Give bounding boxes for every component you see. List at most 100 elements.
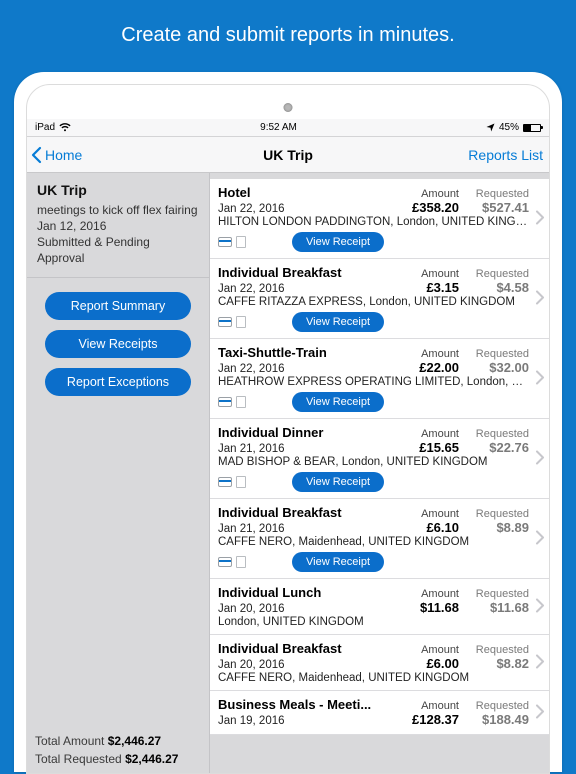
chevron-right-icon — [535, 654, 545, 671]
expense-row[interactable]: Individual LunchAmountRequested Jan 20, 2… — [210, 579, 549, 635]
location-icon — [486, 123, 495, 132]
page-title: UK Trip — [263, 147, 313, 163]
expense-vendor: CAFFE RITAZZA EXPRESS, London, UNITED KI… — [218, 296, 529, 308]
requested-label: Requested — [459, 348, 529, 360]
amount-label: Amount — [395, 588, 459, 600]
wifi-icon — [59, 123, 71, 132]
amount-value: £6.00 — [395, 656, 459, 671]
back-button[interactable]: Home — [29, 146, 82, 164]
amount-label: Amount — [395, 268, 459, 280]
status-device: iPad — [35, 122, 55, 133]
status-bar: iPad 9:52 AM 45% — [27, 119, 549, 137]
amount-label: Amount — [395, 700, 459, 712]
expense-date: Jan 22, 2016 — [218, 283, 395, 295]
view-receipt-button[interactable]: View Receipt — [292, 392, 384, 412]
card-icon — [218, 317, 232, 327]
view-receipt-button[interactable]: View Receipt — [292, 312, 384, 332]
receipt-icon — [236, 236, 246, 248]
card-icon — [218, 557, 232, 567]
expense-row[interactable]: HotelAmountRequestedJan 22, 2016£358.20$… — [210, 179, 549, 259]
amount-label: Amount — [395, 428, 459, 440]
expense-date: Jan 22, 2016 — [218, 363, 395, 375]
requested-label: Requested — [459, 268, 529, 280]
expense-title: Individual Dinner — [218, 425, 395, 440]
amount-value: £15.65 — [395, 440, 459, 455]
requested-label: Requested — [459, 700, 529, 712]
chevron-right-icon — [535, 598, 545, 615]
expense-date: Jan 22, 2016 — [218, 203, 395, 215]
requested-value: $32.00 — [459, 360, 529, 375]
totals-footer: Total Amount $2,446.27 Total Requested $… — [35, 732, 178, 769]
amount-value: £128.37 — [395, 712, 459, 727]
amount-label: Amount — [395, 188, 459, 200]
expense-row[interactable]: Taxi-Shuttle-TrainAmountRequestedJan 22,… — [210, 339, 549, 419]
expense-date: Jan 20, 2016 — [218, 659, 395, 671]
expense-list[interactable]: HotelAmountRequestedJan 22, 2016£358.20$… — [209, 173, 549, 774]
ipad-frame: iPad 9:52 AM 45% Home — [14, 72, 562, 772]
amount-value: £3.15 — [395, 280, 459, 295]
expense-vendor: CAFFE NERO, Maidenhead, UNITED KINGDOM — [218, 536, 529, 548]
expense-date: Jan 21, 2016 — [218, 443, 395, 455]
expense-row[interactable]: Individual BreakfastAmountRequested Jan 2… — [210, 259, 549, 339]
trip-info: UK Trip meetings to kick off flex fairin… — [27, 173, 209, 278]
payment-icons — [218, 316, 246, 328]
expense-title: Hotel — [218, 185, 395, 200]
requested-label: Requested — [459, 508, 529, 520]
expense-row[interactable]: Individual BreakfastAmountRequested Jan 2… — [210, 499, 549, 579]
expense-vendor: HILTON LONDON PADDINGTON, London, UNITED… — [218, 216, 529, 228]
expense-date: Jan 20, 2016 — [218, 603, 395, 615]
requested-label: Requested — [459, 644, 529, 656]
requested-label: Requested — [459, 588, 529, 600]
requested-value: $188.49 — [459, 712, 529, 727]
report-summary-button[interactable]: Report Summary — [45, 292, 191, 320]
requested-value: $8.82 — [459, 656, 529, 671]
view-receipt-button[interactable]: View Receipt — [292, 232, 384, 252]
expense-vendor: London, UNITED KINGDOM — [218, 616, 529, 628]
content: UK Trip meetings to kick off flex fairin… — [27, 173, 549, 774]
requested-value: $527.41 — [459, 200, 529, 215]
expense-title: Individual Breakfast — [218, 505, 395, 520]
payment-icons — [218, 236, 246, 248]
report-exceptions-button[interactable]: Report Exceptions — [45, 368, 191, 396]
amount-label: Amount — [395, 644, 459, 656]
view-receipts-button[interactable]: View Receipts — [45, 330, 191, 358]
status-time: 9:52 AM — [260, 122, 297, 133]
ipad-screen: iPad 9:52 AM 45% Home — [27, 119, 549, 774]
back-label: Home — [45, 147, 82, 163]
expense-title: Individual Breakfast — [218, 265, 395, 280]
total-amount-value: $2,446.27 — [108, 734, 161, 748]
chevron-right-icon — [535, 290, 545, 307]
requested-value: $8.89 — [459, 520, 529, 535]
amount-value: £358.20 — [395, 200, 459, 215]
receipt-icon — [236, 556, 246, 568]
battery-icon — [523, 124, 541, 132]
expense-date: Jan 21, 2016 — [218, 523, 395, 535]
expense-row[interactable]: Individual BreakfastAmountRequestedJan 2… — [210, 635, 549, 691]
card-icon — [218, 237, 232, 247]
chevron-right-icon — [535, 704, 545, 721]
expense-vendor: CAFFE NERO, Maidenhead, UNITED KINGDOM — [218, 672, 529, 684]
ipad-bezel: iPad 9:52 AM 45% Home — [26, 84, 550, 774]
expense-vendor: HEATHROW EXPRESS OPERATING LIMITED, Lond… — [218, 376, 529, 388]
sidebar: UK Trip meetings to kick off flex fairin… — [27, 173, 209, 774]
view-receipt-button[interactable]: View Receipt — [292, 552, 384, 572]
receipt-icon — [236, 396, 246, 408]
card-icon — [218, 477, 232, 487]
trip-date: Jan 12, 2016 — [37, 218, 199, 234]
amount-value: £6.10 — [395, 520, 459, 535]
total-amount-label: Total Amount — [35, 734, 104, 748]
amount-label: Amount — [395, 348, 459, 360]
chevron-right-icon — [535, 210, 545, 227]
receipt-icon — [236, 476, 246, 488]
expense-title: Individual Lunch — [218, 585, 395, 600]
expense-row[interactable]: Individual DinnerAmountRequestedJan 21, … — [210, 419, 549, 499]
reports-list-link[interactable]: Reports List — [468, 147, 543, 163]
ipad-camera — [284, 103, 293, 112]
status-battery-pct: 45% — [499, 122, 519, 133]
total-requested-value: $2,446.27 — [125, 752, 178, 766]
amount-label: Amount — [395, 508, 459, 520]
view-receipt-button[interactable]: View Receipt — [292, 472, 384, 492]
trip-desc: meetings to kick off flex fairing — [37, 202, 199, 218]
expense-row[interactable]: Business Meals - Meeti...AmountRequested… — [210, 691, 549, 735]
requested-value: $11.68 — [459, 600, 529, 615]
